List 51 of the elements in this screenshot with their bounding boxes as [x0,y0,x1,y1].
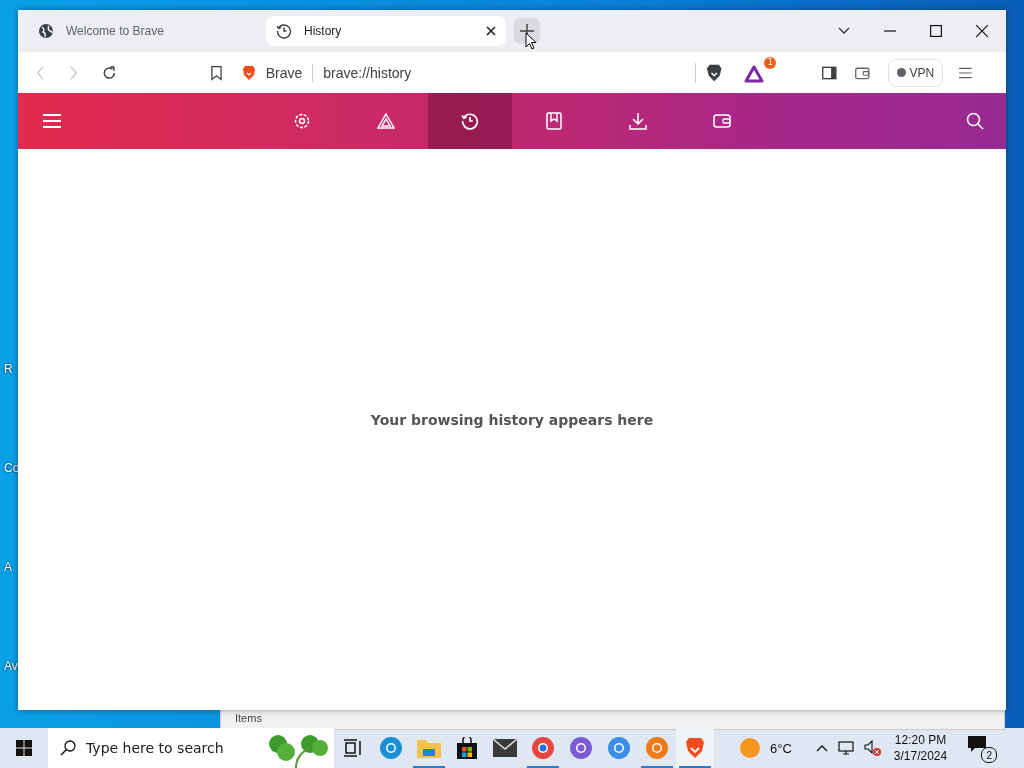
clock-date: 3/17/2024 [893,748,948,764]
triangle-icon [377,113,395,129]
maximize-icon[interactable] [930,25,942,37]
desktop-icon-label: Av [4,659,18,673]
bookmark-icon[interactable] [210,64,222,81]
weather-text: 6°C [770,740,792,756]
wallet-icon[interactable] [855,65,870,80]
address-bar[interactable]: Brave brave://history [241,57,680,88]
vpn-button[interactable]: VPN [887,58,944,87]
chevron-down-icon[interactable] [838,27,850,35]
search-field[interactable]: Type here to search [48,728,334,768]
browser-tab[interactable]: History [266,16,506,46]
triangle-icon[interactable] [744,64,765,83]
empty-state-message: Your browsing history appears here [370,411,654,428]
menu-icon [43,114,61,128]
reload-icon[interactable] [102,64,117,81]
clover-icon [266,732,330,768]
close-icon[interactable] [976,25,988,37]
gear-icon [293,112,311,130]
sun-icon [740,738,760,758]
download-icon [629,112,647,130]
close-icon[interactable] [486,26,496,36]
history-nav-button[interactable] [428,93,512,149]
notification-badge: 1 [764,56,777,69]
status-text: Items [235,712,262,724]
status-dot-icon [896,68,906,77]
menu-icon[interactable] [959,66,972,79]
network-icon[interactable] [837,741,854,755]
desktop-icon-label: R [4,362,13,376]
site-label: Brave [265,64,303,81]
search-icon [60,740,76,756]
wallet-icon [713,113,731,129]
brave-taskbar-button[interactable] [676,728,714,768]
chevron-up-icon[interactable] [815,744,828,752]
envelope-icon [493,739,517,757]
history-icon [276,23,292,39]
history-icon [461,112,479,130]
task-view-icon [343,739,363,757]
url-text: brave://history [323,64,412,81]
shopping-bag-icon [456,737,478,759]
desktop-icon-label: A [4,560,12,574]
sidebar-icon[interactable] [822,65,837,80]
browser-tab[interactable]: Welcome to Brave [28,16,268,46]
mouse-cursor-icon [525,32,537,50]
search-icon [966,112,984,130]
start-icon[interactable] [16,740,32,756]
bookmark-icon [546,112,562,130]
globe-icon [38,23,54,39]
speaker-muted-icon[interactable] [863,740,882,756]
clock-time: 12:20 PM [894,732,947,748]
folder-icon [417,738,441,758]
